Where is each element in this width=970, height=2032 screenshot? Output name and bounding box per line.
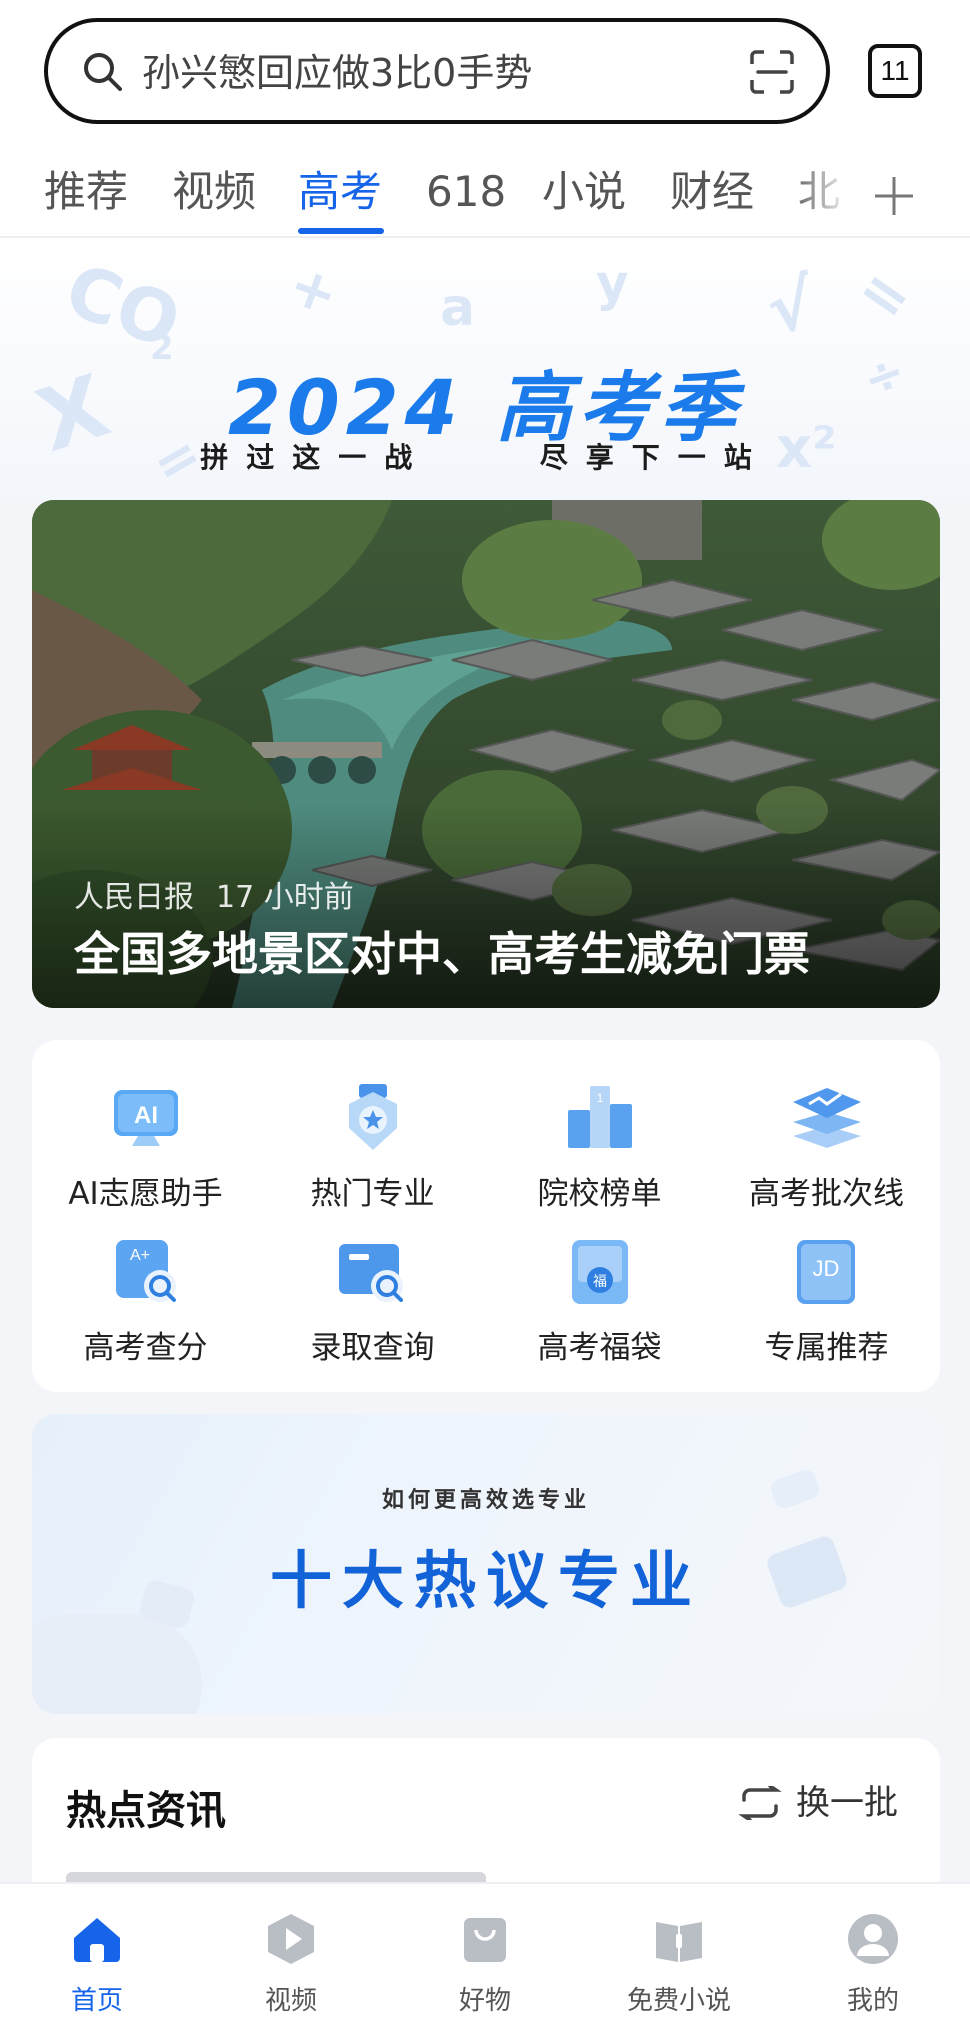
tab-gaokao[interactable]: 高考	[298, 160, 382, 224]
season-subtitle: 拼过这一战 尽享下一站	[0, 436, 970, 476]
active-tab-indicator	[298, 228, 384, 234]
nav-home[interactable]: 首页	[0, 1884, 194, 2032]
nav-label: 视频	[264, 1986, 317, 2016]
refresh-icon	[738, 1786, 782, 1820]
deco-blob-left	[32, 1614, 202, 1714]
tool-label: 热门专业	[310, 1176, 435, 1212]
tool-ai-assistant[interactable]: AI AI志愿助手	[32, 1082, 259, 1242]
nav-free-novel[interactable]: 免费小说	[582, 1884, 776, 2032]
tab-counter-button[interactable]: 11	[868, 44, 922, 98]
tool-hot-majors[interactable]: 热门专业	[259, 1082, 486, 1242]
top-header: 孙兴慜回应做3比0手势 11 推荐 视频 高考 618 小说 财经 北	[0, 0, 970, 238]
search-bar[interactable]: 孙兴慜回应做3比0手势	[44, 18, 830, 124]
nav-video[interactable]: 视频	[194, 1884, 388, 2032]
deco-sqrt: √	[761, 264, 820, 351]
tool-label: 高考批次线	[749, 1176, 904, 1212]
svg-text:福: 福	[593, 1274, 607, 1290]
tab-novel[interactable]: 小说	[542, 160, 626, 224]
nav-profile[interactable]: 我的	[776, 1884, 970, 2032]
lucky-bag-icon: 福	[572, 1240, 628, 1304]
news-headline[interactable]: 全国多地景区对中、高考生减免门票	[74, 918, 810, 984]
season-subtitle-right: 尽享下一站	[539, 441, 770, 474]
tab-video[interactable]: 视频	[172, 160, 256, 224]
majors-title: 十大热议专业	[269, 1544, 702, 1617]
news-source: 人民日报	[74, 880, 194, 915]
podium-icon: 1	[568, 1086, 632, 1148]
tool-label: 院校榜单	[537, 1176, 662, 1212]
news-meta: 人民日报 17 小时前	[74, 872, 354, 916]
card-search-icon	[339, 1244, 403, 1302]
score-search-icon: A+	[116, 1240, 176, 1302]
deco-a: a	[440, 278, 476, 338]
gaokao-tools-grid: AI AI志愿助手 热门专业 1 院校榜单 高考批次线 A+ 高考查分 录取查询…	[32, 1040, 940, 1392]
tab-618[interactable]: 618	[426, 160, 506, 224]
hot-news-title: 热点资讯	[66, 1788, 226, 1834]
open-book-icon	[656, 1922, 702, 1962]
add-channel-icon[interactable]	[872, 174, 916, 218]
svg-text:1: 1	[597, 1091, 604, 1105]
tool-exclusive-recommend[interactable]: JD 专属推荐	[713, 1236, 940, 1396]
svg-text:A+: A+	[130, 1247, 150, 1264]
featured-news-card[interactable]: 人民日报 17 小时前 全国多地景区对中、高考生减免门票	[32, 500, 940, 1008]
ai-monitor-icon: AI	[114, 1090, 178, 1146]
search-icon	[84, 53, 122, 91]
tool-college-rankings[interactable]: 1 院校榜单	[486, 1082, 713, 1242]
refresh-label: 换一批	[796, 1783, 898, 1823]
news-time: 17 小时前	[216, 880, 354, 915]
hot-majors-banner[interactable]: 如何更高效选专业 十大热议专业	[32, 1414, 940, 1714]
channel-tabs: 推荐 视频 高考 618 小说 财经 北	[0, 160, 970, 236]
jd-recommend-icon: JD	[797, 1240, 855, 1304]
gaokao-season-banner: CO 2 + a y √ = X = ÷ x² 2024 高考季 拼过这一战 尽…	[0, 238, 970, 500]
tool-label: 高考查分	[83, 1330, 208, 1366]
nav-label: 好物	[458, 1986, 511, 2016]
search-placeholder[interactable]: 孙兴慜回应做3比0手势	[142, 48, 532, 98]
nav-label: 首页	[70, 1986, 123, 2016]
tool-label: 高考福袋	[537, 1330, 662, 1366]
tool-score-query[interactable]: A+ 高考查分	[32, 1236, 259, 1396]
tool-admission-query[interactable]: 录取查询	[259, 1236, 486, 1396]
scan-icon[interactable]	[748, 48, 796, 96]
majors-subtitle: 如何更高效选专业	[381, 1488, 590, 1513]
svg-text:AI: AI	[134, 1102, 158, 1129]
star-badge-icon	[349, 1084, 397, 1150]
bottom-navigation: 首页 视频 好物 免费小说 我的	[0, 1882, 970, 2032]
layers-chart-icon	[793, 1088, 861, 1148]
tab-recommend[interactable]: 推荐	[44, 160, 128, 224]
svg-text:JD: JD	[813, 1256, 840, 1281]
tool-label: 专属推荐	[764, 1330, 889, 1366]
nav-goods[interactable]: 好物	[388, 1884, 582, 2032]
video-play-icon	[268, 1914, 314, 1964]
deco-equals-right: =	[844, 251, 926, 339]
tool-lucky-bag[interactable]: 福 高考福袋	[486, 1236, 713, 1396]
nav-label: 我的	[846, 1986, 899, 2016]
tool-label: AI志愿助手	[68, 1176, 223, 1212]
tab-finance[interactable]: 财经	[670, 160, 754, 224]
tool-score-lines[interactable]: 高考批次线	[713, 1082, 940, 1242]
deco-y: y	[596, 254, 629, 312]
tabs-fade	[790, 160, 850, 230]
profile-icon	[848, 1914, 898, 1964]
nav-label: 免费小说	[626, 1986, 731, 2016]
season-subtitle-left: 拼过这一战	[200, 441, 431, 474]
tool-label: 录取查询	[310, 1330, 435, 1366]
deco-plus: +	[280, 251, 347, 330]
home-icon	[74, 1918, 120, 1962]
shopping-bag-icon	[464, 1918, 506, 1962]
